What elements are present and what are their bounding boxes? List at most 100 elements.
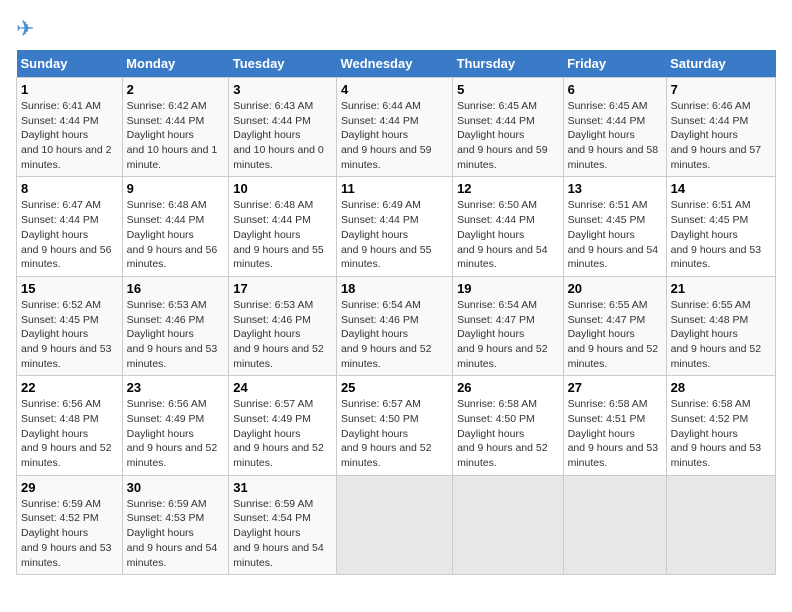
day-info: Sunrise: 6:43 AM Sunset: 4:44 PM Dayligh… bbox=[233, 100, 324, 171]
calendar-cell: 2 Sunrise: 6:42 AM Sunset: 4:44 PM Dayli… bbox=[122, 78, 229, 177]
calendar-cell: 29 Sunrise: 6:59 AM Sunset: 4:52 PM Dayl… bbox=[17, 475, 123, 574]
logo-bird-icon: ✈ bbox=[16, 16, 34, 42]
calendar-cell: 18 Sunrise: 6:54 AM Sunset: 4:46 PM Dayl… bbox=[336, 276, 452, 375]
day-info: Sunrise: 6:41 AM Sunset: 4:44 PM Dayligh… bbox=[21, 100, 112, 171]
calendar-cell: 10 Sunrise: 6:48 AM Sunset: 4:44 PM Dayl… bbox=[229, 177, 337, 276]
day-number: 13 bbox=[568, 181, 662, 196]
day-info: Sunrise: 6:42 AM Sunset: 4:44 PM Dayligh… bbox=[127, 100, 218, 171]
header-tuesday: Tuesday bbox=[229, 50, 337, 78]
calendar-cell bbox=[563, 475, 666, 574]
calendar-table: SundayMondayTuesdayWednesdayThursdayFrid… bbox=[16, 50, 776, 575]
calendar-week-3: 15 Sunrise: 6:52 AM Sunset: 4:45 PM Dayl… bbox=[17, 276, 776, 375]
day-number: 30 bbox=[127, 480, 225, 495]
day-info: Sunrise: 6:45 AM Sunset: 4:44 PM Dayligh… bbox=[568, 100, 659, 171]
header-sunday: Sunday bbox=[17, 50, 123, 78]
calendar-cell: 21 Sunrise: 6:55 AM Sunset: 4:48 PM Dayl… bbox=[666, 276, 775, 375]
day-number: 26 bbox=[457, 380, 559, 395]
day-number: 24 bbox=[233, 380, 332, 395]
calendar-cell: 23 Sunrise: 6:56 AM Sunset: 4:49 PM Dayl… bbox=[122, 376, 229, 475]
day-info: Sunrise: 6:51 AM Sunset: 4:45 PM Dayligh… bbox=[671, 199, 762, 270]
day-info: Sunrise: 6:46 AM Sunset: 4:44 PM Dayligh… bbox=[671, 100, 762, 171]
page-header: ✈ bbox=[16, 16, 776, 42]
calendar-cell: 12 Sunrise: 6:50 AM Sunset: 4:44 PM Dayl… bbox=[453, 177, 564, 276]
day-info: Sunrise: 6:58 AM Sunset: 4:50 PM Dayligh… bbox=[457, 398, 548, 469]
calendar-cell: 26 Sunrise: 6:58 AM Sunset: 4:50 PM Dayl… bbox=[453, 376, 564, 475]
day-info: Sunrise: 6:48 AM Sunset: 4:44 PM Dayligh… bbox=[127, 199, 218, 270]
day-number: 15 bbox=[21, 281, 118, 296]
calendar-cell bbox=[453, 475, 564, 574]
day-number: 25 bbox=[341, 380, 448, 395]
calendar-cell: 14 Sunrise: 6:51 AM Sunset: 4:45 PM Dayl… bbox=[666, 177, 775, 276]
calendar-cell: 19 Sunrise: 6:54 AM Sunset: 4:47 PM Dayl… bbox=[453, 276, 564, 375]
day-info: Sunrise: 6:54 AM Sunset: 4:46 PM Dayligh… bbox=[341, 299, 432, 370]
calendar-cell: 3 Sunrise: 6:43 AM Sunset: 4:44 PM Dayli… bbox=[229, 78, 337, 177]
day-info: Sunrise: 6:54 AM Sunset: 4:47 PM Dayligh… bbox=[457, 299, 548, 370]
calendar-cell: 6 Sunrise: 6:45 AM Sunset: 4:44 PM Dayli… bbox=[563, 78, 666, 177]
day-info: Sunrise: 6:48 AM Sunset: 4:44 PM Dayligh… bbox=[233, 199, 324, 270]
day-info: Sunrise: 6:55 AM Sunset: 4:47 PM Dayligh… bbox=[568, 299, 659, 370]
calendar-cell: 15 Sunrise: 6:52 AM Sunset: 4:45 PM Dayl… bbox=[17, 276, 123, 375]
day-number: 11 bbox=[341, 181, 448, 196]
calendar-cell: 1 Sunrise: 6:41 AM Sunset: 4:44 PM Dayli… bbox=[17, 78, 123, 177]
calendar-cell: 16 Sunrise: 6:53 AM Sunset: 4:46 PM Dayl… bbox=[122, 276, 229, 375]
day-number: 10 bbox=[233, 181, 332, 196]
day-info: Sunrise: 6:56 AM Sunset: 4:48 PM Dayligh… bbox=[21, 398, 112, 469]
day-info: Sunrise: 6:51 AM Sunset: 4:45 PM Dayligh… bbox=[568, 199, 659, 270]
day-info: Sunrise: 6:57 AM Sunset: 4:50 PM Dayligh… bbox=[341, 398, 432, 469]
day-info: Sunrise: 6:58 AM Sunset: 4:52 PM Dayligh… bbox=[671, 398, 762, 469]
calendar-cell: 9 Sunrise: 6:48 AM Sunset: 4:44 PM Dayli… bbox=[122, 177, 229, 276]
header-saturday: Saturday bbox=[666, 50, 775, 78]
day-number: 28 bbox=[671, 380, 771, 395]
day-number: 31 bbox=[233, 480, 332, 495]
calendar-cell: 30 Sunrise: 6:59 AM Sunset: 4:53 PM Dayl… bbox=[122, 475, 229, 574]
calendar-week-5: 29 Sunrise: 6:59 AM Sunset: 4:52 PM Dayl… bbox=[17, 475, 776, 574]
day-number: 21 bbox=[671, 281, 771, 296]
calendar-cell bbox=[336, 475, 452, 574]
day-info: Sunrise: 6:53 AM Sunset: 4:46 PM Dayligh… bbox=[127, 299, 218, 370]
header-friday: Friday bbox=[563, 50, 666, 78]
day-info: Sunrise: 6:57 AM Sunset: 4:49 PM Dayligh… bbox=[233, 398, 324, 469]
day-info: Sunrise: 6:47 AM Sunset: 4:44 PM Dayligh… bbox=[21, 199, 112, 270]
calendar-cell: 22 Sunrise: 6:56 AM Sunset: 4:48 PM Dayl… bbox=[17, 376, 123, 475]
day-number: 8 bbox=[21, 181, 118, 196]
day-number: 6 bbox=[568, 82, 662, 97]
day-number: 2 bbox=[127, 82, 225, 97]
day-number: 16 bbox=[127, 281, 225, 296]
header-wednesday: Wednesday bbox=[336, 50, 452, 78]
day-info: Sunrise: 6:59 AM Sunset: 4:53 PM Dayligh… bbox=[127, 498, 218, 569]
calendar-cell: 11 Sunrise: 6:49 AM Sunset: 4:44 PM Dayl… bbox=[336, 177, 452, 276]
calendar-cell: 5 Sunrise: 6:45 AM Sunset: 4:44 PM Dayli… bbox=[453, 78, 564, 177]
calendar-cell: 8 Sunrise: 6:47 AM Sunset: 4:44 PM Dayli… bbox=[17, 177, 123, 276]
calendar-cell: 20 Sunrise: 6:55 AM Sunset: 4:47 PM Dayl… bbox=[563, 276, 666, 375]
day-info: Sunrise: 6:58 AM Sunset: 4:51 PM Dayligh… bbox=[568, 398, 659, 469]
day-number: 22 bbox=[21, 380, 118, 395]
day-number: 1 bbox=[21, 82, 118, 97]
calendar-week-4: 22 Sunrise: 6:56 AM Sunset: 4:48 PM Dayl… bbox=[17, 376, 776, 475]
day-info: Sunrise: 6:44 AM Sunset: 4:44 PM Dayligh… bbox=[341, 100, 432, 171]
day-info: Sunrise: 6:53 AM Sunset: 4:46 PM Dayligh… bbox=[233, 299, 324, 370]
calendar-week-1: 1 Sunrise: 6:41 AM Sunset: 4:44 PM Dayli… bbox=[17, 78, 776, 177]
day-info: Sunrise: 6:49 AM Sunset: 4:44 PM Dayligh… bbox=[341, 199, 432, 270]
calendar-cell: 31 Sunrise: 6:59 AM Sunset: 4:54 PM Dayl… bbox=[229, 475, 337, 574]
day-info: Sunrise: 6:52 AM Sunset: 4:45 PM Dayligh… bbox=[21, 299, 112, 370]
day-number: 14 bbox=[671, 181, 771, 196]
calendar-week-2: 8 Sunrise: 6:47 AM Sunset: 4:44 PM Dayli… bbox=[17, 177, 776, 276]
calendar-cell: 24 Sunrise: 6:57 AM Sunset: 4:49 PM Dayl… bbox=[229, 376, 337, 475]
calendar-cell: 13 Sunrise: 6:51 AM Sunset: 4:45 PM Dayl… bbox=[563, 177, 666, 276]
day-number: 9 bbox=[127, 181, 225, 196]
day-info: Sunrise: 6:56 AM Sunset: 4:49 PM Dayligh… bbox=[127, 398, 218, 469]
header-thursday: Thursday bbox=[453, 50, 564, 78]
calendar-cell: 27 Sunrise: 6:58 AM Sunset: 4:51 PM Dayl… bbox=[563, 376, 666, 475]
day-info: Sunrise: 6:59 AM Sunset: 4:52 PM Dayligh… bbox=[21, 498, 112, 569]
day-number: 17 bbox=[233, 281, 332, 296]
day-number: 5 bbox=[457, 82, 559, 97]
day-info: Sunrise: 6:45 AM Sunset: 4:44 PM Dayligh… bbox=[457, 100, 548, 171]
day-info: Sunrise: 6:59 AM Sunset: 4:54 PM Dayligh… bbox=[233, 498, 324, 569]
day-number: 20 bbox=[568, 281, 662, 296]
day-number: 4 bbox=[341, 82, 448, 97]
day-number: 7 bbox=[671, 82, 771, 97]
day-number: 27 bbox=[568, 380, 662, 395]
day-info: Sunrise: 6:55 AM Sunset: 4:48 PM Dayligh… bbox=[671, 299, 762, 370]
calendar-cell: 25 Sunrise: 6:57 AM Sunset: 4:50 PM Dayl… bbox=[336, 376, 452, 475]
logo: ✈ bbox=[16, 16, 38, 42]
